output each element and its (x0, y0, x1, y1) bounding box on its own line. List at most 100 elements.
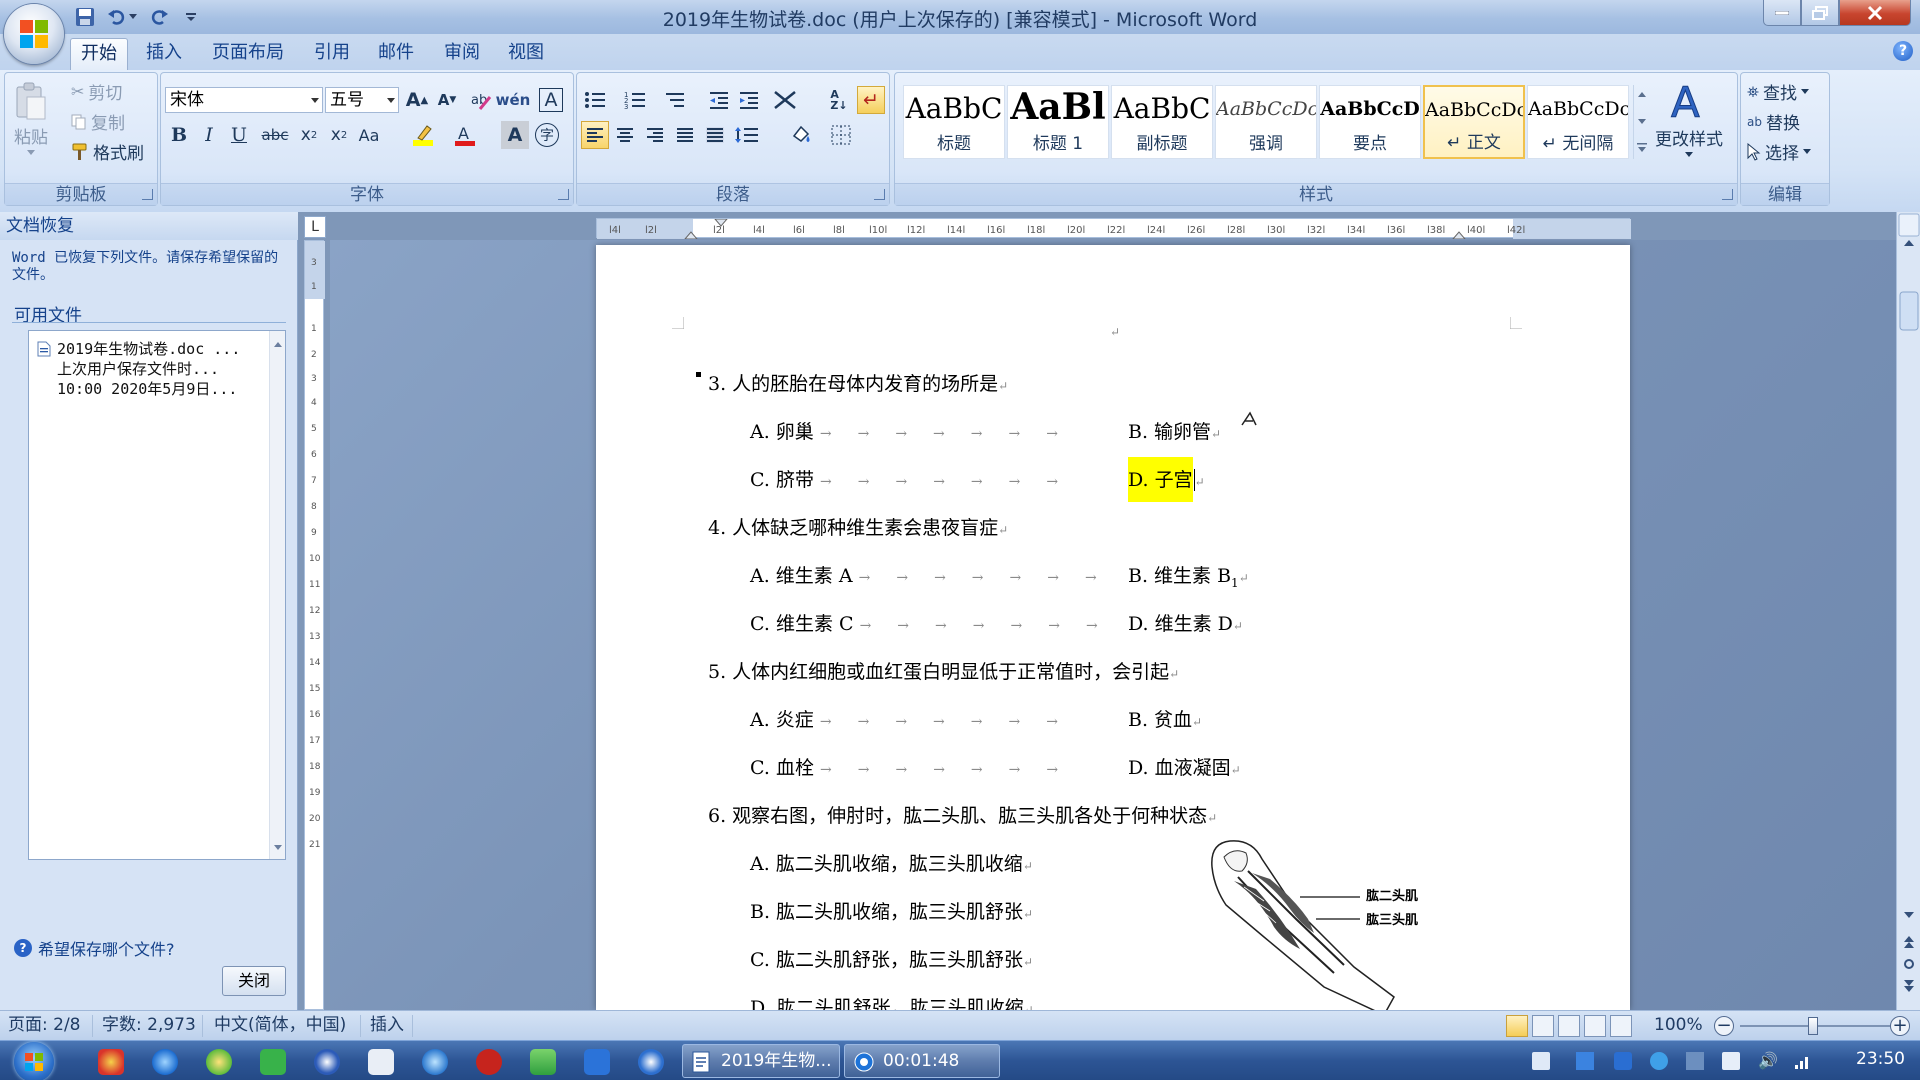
zoom-level[interactable]: 100% (1654, 1011, 1703, 1039)
taskbar-clock[interactable]: 23:50 (1856, 1049, 1905, 1069)
office-button[interactable] (4, 4, 64, 64)
insert-mode-indicator[interactable]: 插入 (370, 1011, 404, 1039)
font-name-combo[interactable]: 宋体 (165, 87, 323, 113)
font-size-combo[interactable]: 五号 (325, 87, 399, 113)
phonetic-guide-icon[interactable]: wén (496, 86, 531, 114)
vertical-scrollbar[interactable] (1896, 212, 1920, 1010)
cut-button[interactable]: ✂ 剪切 (71, 79, 122, 104)
horizontal-ruler[interactable]: l4l l2l l2l l4l l6l l8l l10l l12l l14l l16l l18l l2… (596, 218, 1631, 239)
distributed-icon[interactable] (701, 121, 729, 149)
multilevel-list-icon[interactable] (661, 86, 689, 114)
shield-icon[interactable] (1614, 1052, 1632, 1070)
print-layout-icon[interactable] (1506, 1015, 1528, 1037)
draft-view-icon[interactable] (1610, 1015, 1632, 1037)
app-icon[interactable] (584, 1049, 610, 1075)
tab-selector[interactable]: L (304, 216, 326, 238)
undo-dropdown-icon[interactable] (126, 4, 140, 30)
grow-font-icon[interactable]: A ▲ (403, 86, 431, 114)
device-tray-icon[interactable] (1722, 1052, 1740, 1070)
highlight-icon[interactable] (409, 121, 437, 149)
show-marks-icon[interactable]: ↵ (857, 86, 885, 114)
signal-icon[interactable] (1794, 1052, 1812, 1070)
shading-icon[interactable] (787, 121, 815, 149)
borders-icon[interactable] (827, 121, 855, 149)
save-icon[interactable] (72, 4, 98, 30)
language-indicator[interactable]: 中文(简体，中国) (214, 1011, 346, 1039)
recovered-file-item[interactable]: 2019年生物试卷.doc ... 上次用户保存文件时... 10:00 202… (35, 339, 261, 399)
styles-gallery-scroll[interactable] (1633, 85, 1649, 159)
superscript-icon[interactable]: x2 (325, 121, 353, 149)
style-normal[interactable]: AaBbCcDc ↵ 正文 (1423, 85, 1525, 159)
underline-icon[interactable]: U (225, 121, 253, 149)
subscript-icon[interactable]: x2 (295, 121, 323, 149)
font-color-icon[interactable]: A (451, 121, 479, 149)
app-tray-icon[interactable] (1650, 1052, 1668, 1070)
vertical-ruler[interactable]: 3 1 1 2 3 4 5 6 7 8 9 10 11 12 13 14 15 16 17 18 19 20 21 (304, 240, 325, 1010)
enclose-chars-icon[interactable]: 字 (535, 123, 559, 147)
line-spacing-icon[interactable] (733, 121, 761, 149)
app-icon[interactable] (314, 1049, 340, 1075)
italic-icon[interactable]: I (195, 121, 223, 149)
asian-layout-icon[interactable] (771, 86, 799, 114)
minimize-button[interactable] (1763, 0, 1801, 26)
taskbar-word-task[interactable]: 2019年生物... (682, 1044, 840, 1078)
replace-button[interactable]: ab 替换 (1747, 109, 1800, 134)
styles-launcher-icon[interactable] (1722, 189, 1733, 200)
flash-icon[interactable] (476, 1049, 502, 1075)
help-icon[interactable]: ? (1893, 41, 1913, 61)
find-button[interactable]: ⛯ 查找 (1747, 79, 1810, 104)
bold-icon[interactable]: B (165, 121, 193, 149)
char-border-icon[interactable]: A (539, 88, 563, 112)
chrome-icon[interactable] (98, 1049, 124, 1075)
increase-indent-icon[interactable] (735, 86, 763, 114)
copy-button[interactable]: 复制 (71, 109, 125, 134)
paragraph-launcher-icon[interactable] (874, 189, 885, 200)
tab-home[interactable]: 开始 (70, 38, 128, 70)
browser-360-icon[interactable] (206, 1049, 232, 1075)
align-left-icon[interactable] (581, 121, 609, 149)
tab-mailings[interactable]: 邮件 (368, 38, 424, 70)
file-list-scrollbar[interactable] (269, 331, 285, 859)
close-window-button[interactable] (1839, 0, 1911, 26)
zoom-slider-thumb[interactable] (1808, 1017, 1818, 1035)
style-no-spacing[interactable]: AaBbCcDc ↵ 无间隔 (1527, 85, 1629, 159)
keyboard-icon[interactable] (1532, 1052, 1550, 1070)
paste-button[interactable]: 粘贴 (13, 81, 49, 156)
close-recovery-button[interactable]: 关闭 (222, 966, 286, 996)
clear-format-icon[interactable]: ab (467, 86, 495, 114)
full-screen-reading-icon[interactable] (1532, 1015, 1554, 1037)
tab-references[interactable]: 引用 (304, 38, 360, 70)
style-heading-1[interactable]: AaBl 标题 1 (1007, 85, 1109, 159)
edge-icon[interactable] (422, 1049, 448, 1075)
strikethrough-icon[interactable]: abc (261, 121, 289, 149)
page-indicator[interactable]: 页面: 2/8 (8, 1011, 81, 1039)
format-painter-button[interactable]: 格式刷 (71, 139, 144, 164)
align-center-icon[interactable] (611, 121, 639, 149)
clipboard-launcher-icon[interactable] (142, 189, 153, 200)
start-button[interactable] (14, 1042, 54, 1080)
tab-insert[interactable]: 插入 (136, 38, 192, 70)
iqiyi-icon[interactable] (260, 1049, 286, 1075)
document-page[interactable]: ↵ 3. 人的胚胎在母体内发育的场所是↵ A. 卵巢 →→→→→→→ B. 输卵… (596, 245, 1630, 1010)
word-count[interactable]: 字数: 2,973 (102, 1011, 196, 1039)
tab-page-layout[interactable]: 页面布局 (202, 38, 294, 70)
decrease-indent-icon[interactable] (705, 86, 733, 114)
justify-icon[interactable] (671, 121, 699, 149)
volume-icon[interactable]: 🔊 (1758, 1052, 1778, 1070)
style-subtitle[interactable]: AaBbC 副标题 (1111, 85, 1213, 159)
web-layout-icon[interactable] (1558, 1015, 1580, 1037)
select-button[interactable]: 选择 (1747, 139, 1811, 164)
bullets-icon[interactable] (581, 86, 609, 114)
numbering-icon[interactable]: 123 (621, 86, 649, 114)
shrink-font-icon[interactable]: A ▼ (433, 86, 461, 114)
change-styles-button[interactable]: A 更改样式 (1655, 79, 1723, 158)
tab-review[interactable]: 审阅 (434, 38, 490, 70)
ie-icon[interactable] (152, 1049, 178, 1075)
customize-qat-icon[interactable] (182, 4, 200, 30)
char-shading-icon[interactable]: A (501, 121, 529, 149)
style-emphasis[interactable]: AaBbCcDc 强调 (1215, 85, 1317, 159)
font-launcher-icon[interactable] (558, 189, 569, 200)
zoom-out-icon[interactable]: − (1714, 1016, 1734, 1036)
network-tray-icon[interactable] (1686, 1052, 1704, 1070)
restore-button[interactable] (1801, 0, 1839, 26)
